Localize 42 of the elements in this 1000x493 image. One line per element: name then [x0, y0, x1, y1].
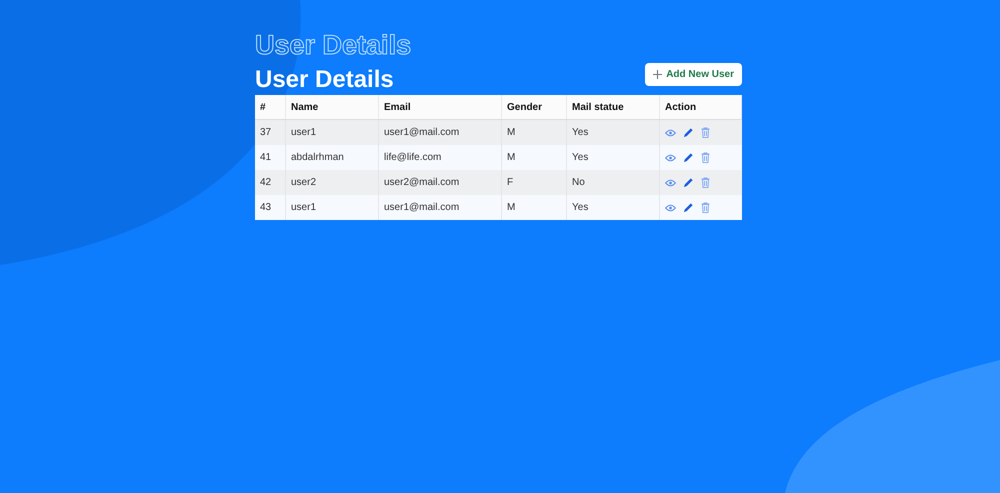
outline-title: User Details [255, 30, 412, 61]
view-icon[interactable] [665, 128, 676, 136]
view-icon[interactable] [665, 154, 676, 162]
table-cell: user1 [291, 127, 316, 138]
table-cell: user1@mail.com [384, 202, 460, 213]
table-cell: M [507, 127, 516, 138]
table-cell: M [507, 202, 516, 213]
table-cell: user1@mail.com [384, 127, 460, 138]
table-cell: F [507, 177, 514, 188]
column-header: Gender [507, 102, 542, 112]
table-cell: M [507, 152, 516, 163]
table-cell: user1 [291, 202, 316, 213]
page-title: User Details [255, 65, 394, 95]
view-icon[interactable] [665, 204, 676, 212]
table-cell: user2@mail.com [384, 177, 460, 188]
table-cell: 42 [260, 177, 272, 188]
delete-icon[interactable] [701, 177, 710, 188]
column-header: # [260, 102, 266, 112]
column-header: Action [665, 102, 696, 112]
table-cell: user2 [291, 177, 316, 188]
table-cell: No [572, 177, 585, 188]
delete-icon[interactable] [701, 152, 710, 163]
table-cell: Yes [572, 152, 588, 163]
table-cell: Yes [572, 127, 588, 138]
table-cell: Yes [572, 202, 588, 213]
add-user-button[interactable]: Add New User [645, 63, 742, 86]
table-cell: 37 [260, 127, 272, 138]
table-cell: life@life.com [384, 152, 442, 163]
view-icon[interactable] [665, 178, 676, 186]
column-header: Email [384, 102, 411, 112]
plus-icon [653, 70, 662, 79]
column-header: Mail statue [572, 102, 624, 112]
table-cell: 41 [260, 152, 272, 163]
edit-icon[interactable] [683, 177, 694, 188]
edit-icon[interactable] [683, 152, 694, 163]
delete-icon[interactable] [701, 202, 710, 213]
table-cell: abdalrhman [291, 152, 344, 163]
table-cell: 43 [260, 202, 272, 213]
edit-icon[interactable] [683, 127, 694, 138]
column-header: Name [291, 102, 318, 112]
edit-icon[interactable] [683, 202, 694, 213]
delete-icon[interactable] [701, 127, 710, 138]
